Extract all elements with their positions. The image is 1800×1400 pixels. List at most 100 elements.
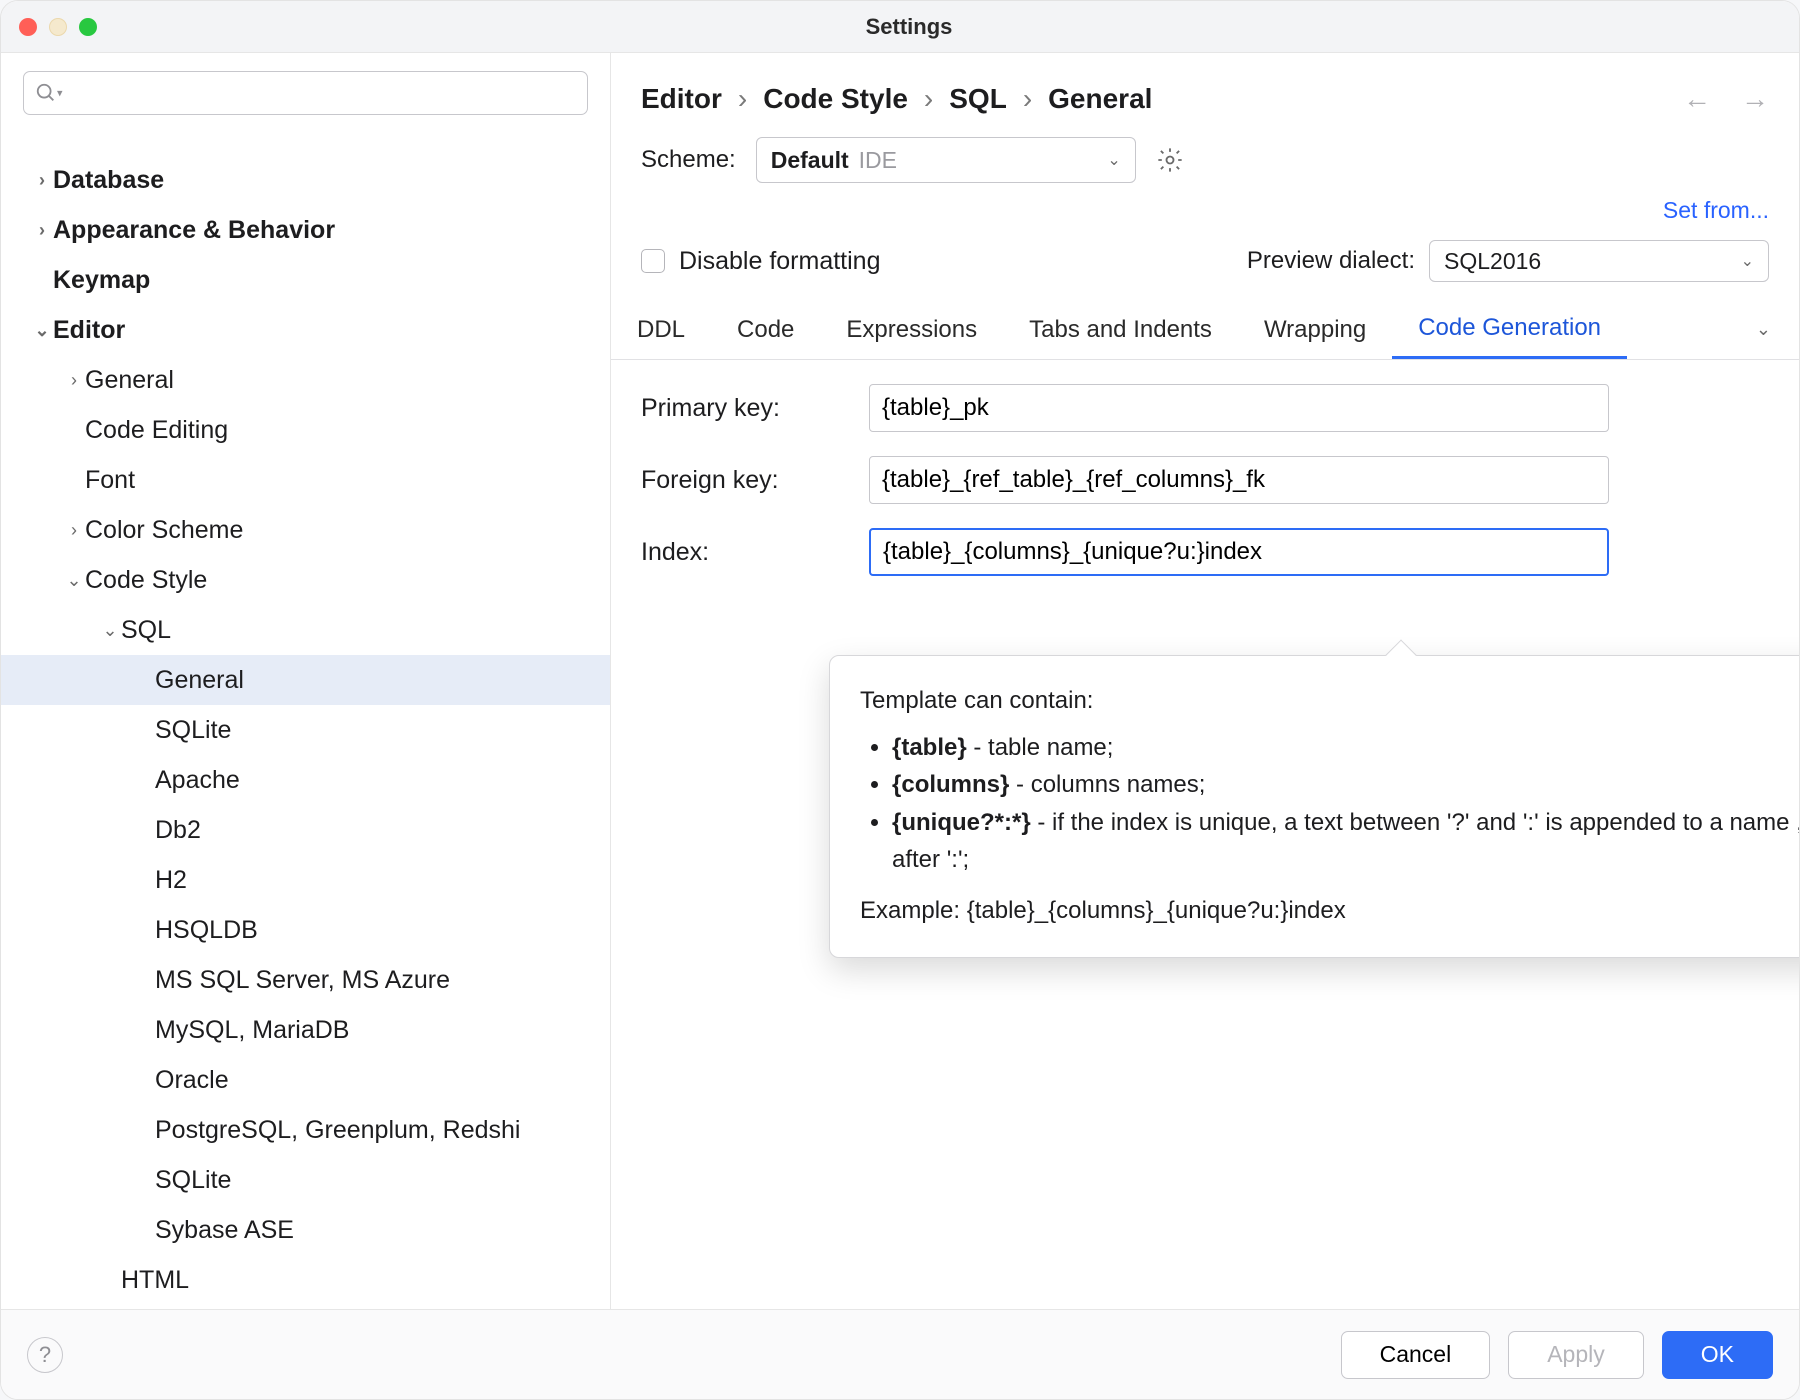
- tree-item[interactable]: ›Database: [1, 155, 610, 205]
- tree-item[interactable]: ›Appearance & Behavior: [1, 205, 610, 255]
- tree-item[interactable]: ⌄Code Style: [1, 555, 610, 605]
- tree-item[interactable]: Apache: [1, 755, 610, 805]
- tree-item[interactable]: Font: [1, 455, 610, 505]
- tree-item-label: H2: [155, 866, 187, 895]
- help-icon[interactable]: ?: [27, 1337, 63, 1373]
- tabs-overflow-icon[interactable]: ⌄: [1746, 305, 1781, 354]
- chevron-right-icon[interactable]: ›: [31, 170, 53, 191]
- settings-sidebar: ▾ ›Database›Appearance & BehaviorKeymap⌄…: [1, 53, 611, 1309]
- chevron-right-icon[interactable]: ›: [63, 370, 85, 391]
- foreign-key-label: Foreign key:: [641, 466, 851, 495]
- tree-item-label: General: [85, 366, 174, 395]
- tree-item[interactable]: General: [1, 655, 610, 705]
- tree-item-label: SQL: [121, 616, 171, 645]
- search-icon: [35, 82, 57, 104]
- minimize-window-icon[interactable]: [49, 18, 67, 36]
- tree-item-label: Database: [53, 166, 164, 195]
- index-label: Index:: [641, 538, 851, 567]
- tree-item-label: HSQLDB: [155, 916, 258, 945]
- tree-item[interactable]: MS SQL Server, MS Azure: [1, 955, 610, 1005]
- chevron-down-icon[interactable]: ⌄: [99, 620, 121, 641]
- tab-expressions[interactable]: Expressions: [820, 302, 1003, 358]
- tree-item[interactable]: ›Color Scheme: [1, 505, 610, 555]
- tooltip-desc: - columns names;: [1009, 771, 1205, 798]
- tree-item-label: Sybase ASE: [155, 1216, 294, 1245]
- preview-dialect-label: Preview dialect:: [1247, 247, 1415, 275]
- breadcrumb: Editor › Code Style › SQL › General: [641, 83, 1152, 115]
- chevron-down-icon: ⌄: [1741, 251, 1754, 271]
- tab-ddl[interactable]: DDL: [629, 302, 711, 358]
- tree-item-label: Keymap: [53, 266, 150, 295]
- zoom-window-icon[interactable]: [79, 18, 97, 36]
- tooltip-item: {columns} - columns names;: [892, 766, 1800, 803]
- template-hint-tooltip: Template can contain: {table} - table na…: [829, 655, 1800, 958]
- tree-item-label: PostgreSQL, Greenplum, Redshi: [155, 1116, 520, 1145]
- scheme-label: Scheme:: [641, 146, 736, 174]
- scheme-value: Default: [771, 147, 849, 174]
- tree-item[interactable]: ›General: [1, 355, 610, 405]
- tooltip-term: {unique?*:*}: [892, 809, 1031, 836]
- tree-item[interactable]: PostgreSQL, Greenplum, Redshi: [1, 1105, 610, 1155]
- preview-dialect-select[interactable]: SQL2016 ⌄: [1429, 240, 1769, 282]
- tree-item[interactable]: Oracle: [1, 1055, 610, 1105]
- tree-item-label: Code Style: [85, 566, 207, 595]
- chevron-down-icon[interactable]: ⌄: [31, 320, 53, 341]
- tree-item[interactable]: H2: [1, 855, 610, 905]
- set-from-link[interactable]: Set from...: [1663, 197, 1769, 224]
- tree-item-label: Apache: [155, 766, 240, 795]
- tree-item[interactable]: HTML: [1, 1255, 610, 1305]
- index-input[interactable]: [869, 528, 1609, 576]
- chevron-right-icon[interactable]: ›: [31, 220, 53, 241]
- window-title: Settings: [97, 14, 1721, 40]
- tree-item[interactable]: Sybase ASE: [1, 1205, 610, 1255]
- chevron-right-icon[interactable]: ›: [63, 520, 85, 541]
- apply-button[interactable]: Apply: [1508, 1331, 1644, 1379]
- breadcrumb-item[interactable]: Editor: [641, 83, 722, 115]
- breadcrumb-item[interactable]: Code Style: [763, 83, 908, 115]
- primary-key-input[interactable]: [869, 384, 1609, 432]
- tab-wrapping[interactable]: Wrapping: [1238, 302, 1392, 358]
- tree-item[interactable]: MySQL, MariaDB: [1, 1005, 610, 1055]
- tree-item-label: Color Scheme: [85, 516, 243, 545]
- chevron-down-icon[interactable]: ⌄: [63, 570, 85, 591]
- nav-forward-icon[interactable]: →: [1741, 83, 1769, 115]
- search-dropdown-icon[interactable]: ▾: [57, 87, 63, 100]
- tree-item-label: HTML: [121, 1266, 189, 1295]
- close-window-icon[interactable]: [19, 18, 37, 36]
- tooltip-item: {table} - table name;: [892, 729, 1800, 766]
- tooltip-list: {table} - table name;{columns} - columns…: [892, 729, 1800, 878]
- tooltip-item: {unique?*:*} - if the index is unique, a…: [892, 804, 1800, 878]
- tree-item[interactable]: ⌄Editor: [1, 305, 610, 355]
- settings-search-input[interactable]: [23, 71, 588, 115]
- tree-item-label: Font: [85, 466, 135, 495]
- tree-item[interactable]: SQLite: [1, 705, 610, 755]
- title-bar: Settings: [1, 1, 1799, 53]
- chevron-right-icon: ›: [1023, 83, 1032, 115]
- tab-tabs-and-indents[interactable]: Tabs and Indents: [1003, 302, 1238, 358]
- disable-formatting-checkbox[interactable]: [641, 249, 665, 273]
- tree-item[interactable]: Db2: [1, 805, 610, 855]
- settings-window: Settings ▾ ›Database›Appearance & Behavi…: [0, 0, 1800, 1400]
- tree-item[interactable]: Code Editing: [1, 405, 610, 455]
- dialog-footer: ? Cancel Apply OK: [1, 1309, 1799, 1399]
- tree-item[interactable]: Keymap: [1, 255, 610, 305]
- tree-item[interactable]: SQLite: [1, 1155, 610, 1205]
- breadcrumb-item[interactable]: SQL: [949, 83, 1007, 115]
- tab-code-generation[interactable]: Code Generation: [1392, 300, 1627, 360]
- scheme-suffix: IDE: [859, 147, 897, 174]
- ok-button[interactable]: OK: [1662, 1331, 1773, 1379]
- tree-item-label: Db2: [155, 816, 201, 845]
- primary-key-label: Primary key:: [641, 394, 851, 423]
- nav-back-icon[interactable]: ←: [1683, 83, 1711, 115]
- tree-item-label: Oracle: [155, 1066, 229, 1095]
- cancel-button[interactable]: Cancel: [1341, 1331, 1491, 1379]
- tree-item[interactable]: ⌄SQL: [1, 605, 610, 655]
- foreign-key-input[interactable]: [869, 456, 1609, 504]
- tab-code[interactable]: Code: [711, 302, 820, 358]
- scheme-select[interactable]: Default IDE ⌄: [756, 137, 1136, 183]
- settings-tree[interactable]: ›Database›Appearance & BehaviorKeymap⌄Ed…: [1, 125, 610, 1309]
- gear-icon[interactable]: [1156, 146, 1184, 174]
- tree-item[interactable]: HSQLDB: [1, 905, 610, 955]
- breadcrumb-item[interactable]: General: [1048, 83, 1152, 115]
- tree-item-label: Appearance & Behavior: [53, 216, 335, 245]
